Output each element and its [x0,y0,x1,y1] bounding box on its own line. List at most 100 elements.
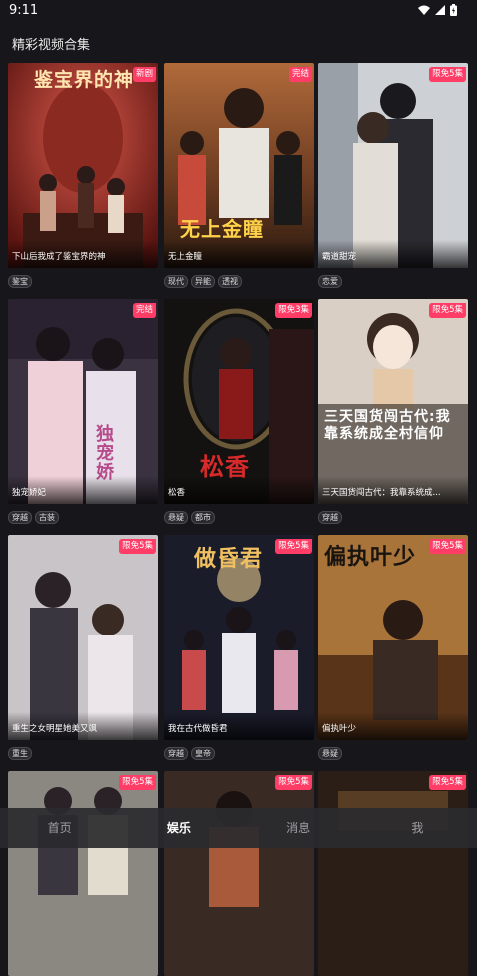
tag-list: 现代 异能 透视 [164,275,242,288]
genre-tag[interactable]: 穿越 [318,511,342,524]
video-poster[interactable]: 做昏君 限免5集 我在古代做昏君 [164,535,314,740]
genre-tag[interactable]: 现代 [164,275,188,288]
video-card[interactable]: 独宠娇 完结 独宠娇妃 穿越 古装 [8,299,158,524]
status-badge: 限免5集 [429,303,466,318]
poster-title-text: 偏执叶少 [324,545,417,570]
status-badge: 新剧 [132,67,156,82]
tag-list: 穿越 [318,511,342,524]
genre-tag[interactable]: 恋爱 [318,275,342,288]
genre-tag[interactable]: 都市 [191,511,215,524]
caption-overlay: 松香 [164,476,314,504]
poster-image [164,771,314,976]
poster-title-text: 鉴宝界的神 [34,69,135,91]
status-badge: 限免5集 [119,775,156,790]
poster-image [318,299,468,504]
poster-image [8,299,158,504]
poster-image [8,535,158,740]
video-poster[interactable]: 限免5集 [318,771,468,976]
status-badge: 限免5集 [429,775,466,790]
tag-list: 悬疑 都市 [164,511,215,524]
status-badge: 限免5集 [275,775,312,790]
genre-tag[interactable]: 穿越 [8,511,32,524]
status-badge: 限免5集 [275,539,312,554]
poster-title-text: 三天国货闯古代:我靠系统成全村信仰 [324,409,451,442]
bottom-nav: 首页 娱乐 消息 我 [0,808,477,848]
tag-list: 恋爱 [318,275,342,288]
poster-image [318,771,468,976]
genre-tag[interactable]: 穿越 [164,747,188,760]
signal-icon [435,4,445,15]
video-title: 偏执叶少 [322,724,357,734]
genre-tag[interactable]: 悬疑 [318,747,342,760]
video-title: 重生之女明星她美又飒 [12,724,98,734]
tag-list: 重生 [8,747,32,760]
video-poster[interactable]: 鉴宝界的神 新剧 下山后我成了鉴宝界的神 [8,63,158,268]
video-title: 独宠娇妃 [12,488,47,498]
video-poster[interactable]: 限免5集 [164,771,314,976]
video-title: 无上金瞳 [168,252,203,262]
page-title: 精彩视频合集 [12,38,91,53]
video-title: 松香 [168,488,186,498]
video-poster[interactable]: 限免5集 [8,771,158,976]
caption-overlay: 霸道甜宠 [318,240,468,268]
video-poster[interactable]: 限免5集 霸道甜宠 [318,63,468,268]
video-card[interactable]: 无上金瞳 完结 无上金瞳 现代 异能 透视 [164,63,314,288]
nav-item-messages[interactable]: 消息 [239,808,358,848]
genre-tag[interactable]: 重生 [8,747,32,760]
genre-tag[interactable]: 古装 [35,511,59,524]
status-badge: 限免5集 [429,67,466,82]
tag-list: 鉴宝 [8,275,32,288]
poster-title-text: 做昏君 [194,547,264,572]
video-title: 三天国货闯古代：我靠系统成... [322,488,441,498]
video-title: 我在古代做昏君 [168,724,228,734]
video-card[interactable]: 限免5集 重生之女明星她美又飒 重生 [8,535,158,760]
video-card[interactable]: 限免5集 [318,771,468,976]
tag-list: 穿越 皇帝 [164,747,215,760]
genre-tag[interactable]: 皇帝 [191,747,215,760]
genre-tag[interactable]: 悬疑 [164,511,188,524]
poster-title-text: 独宠娇 [93,424,114,481]
video-poster[interactable]: 独宠娇 完结 独宠娇妃 [8,299,158,504]
video-card[interactable]: 做昏君 限免5集 我在古代做昏君 穿越 皇帝 [164,535,314,760]
genre-tag[interactable]: 透视 [218,275,242,288]
tag-list: 穿越 古装 [8,511,59,524]
caption-overlay: 重生之女明星她美又飒 [8,712,158,740]
caption-overlay: 无上金瞳 [164,240,314,268]
video-card[interactable]: 限免5集 [164,771,314,976]
genre-tag[interactable]: 异能 [191,275,215,288]
video-poster[interactable]: 松香 限免3集 松香 [164,299,314,504]
video-poster[interactable]: 偏执叶少 限免5集 偏执叶少 [318,535,468,740]
wifi-icon [418,5,430,15]
video-card[interactable]: 鉴宝界的神 新剧 下山后我成了鉴宝界的神 鉴宝 [8,63,158,288]
poster-title-text: 无上金瞳 [180,217,264,241]
caption-overlay: 三天国货闯古代：我靠系统成... [318,476,468,504]
battery-icon [450,4,457,16]
nav-item-home[interactable]: 首页 [0,808,119,848]
video-poster[interactable]: 无上金瞳 完结 无上金瞳 [164,63,314,268]
caption-overlay: 下山后我成了鉴宝界的神 [8,240,158,268]
status-badge: 完结 [288,67,312,82]
nav-item-me[interactable]: 我 [358,808,477,848]
video-title: 下山后我成了鉴宝界的神 [12,252,106,262]
video-card[interactable]: 限免5集 [8,771,158,976]
video-card[interactable]: 偏执叶少 限免5集 偏执叶少 悬疑 [318,535,468,760]
caption-overlay: 我在古代做昏君 [164,712,314,740]
status-badge: 限免5集 [429,539,466,554]
video-poster[interactable]: 限免5集 重生之女明星她美又飒 [8,535,158,740]
video-title: 霸道甜宠 [322,252,357,262]
caption-overlay: 独宠娇妃 [8,476,158,504]
video-poster[interactable]: 三天国货闯古代:我靠系统成全村信仰 限免5集 三天国货闯古代：我靠系统成... [318,299,468,504]
poster-image [8,63,158,268]
status-icons [418,4,457,16]
video-card[interactable]: 三天国货闯古代:我靠系统成全村信仰 限免5集 三天国货闯古代：我靠系统成... … [318,299,468,524]
video-card[interactable]: 松香 限免3集 松香 悬疑 都市 [164,299,314,524]
poster-image [318,63,468,268]
tag-list: 悬疑 [318,747,342,760]
poster-image [8,771,158,976]
status-bar: 9:11 [0,0,477,24]
nav-item-entertainment[interactable]: 娱乐 [119,808,238,848]
status-badge: 限免3集 [275,303,312,318]
status-badge: 限免5集 [119,539,156,554]
video-card[interactable]: 限免5集 霸道甜宠 恋爱 [318,63,468,288]
genre-tag[interactable]: 鉴宝 [8,275,32,288]
